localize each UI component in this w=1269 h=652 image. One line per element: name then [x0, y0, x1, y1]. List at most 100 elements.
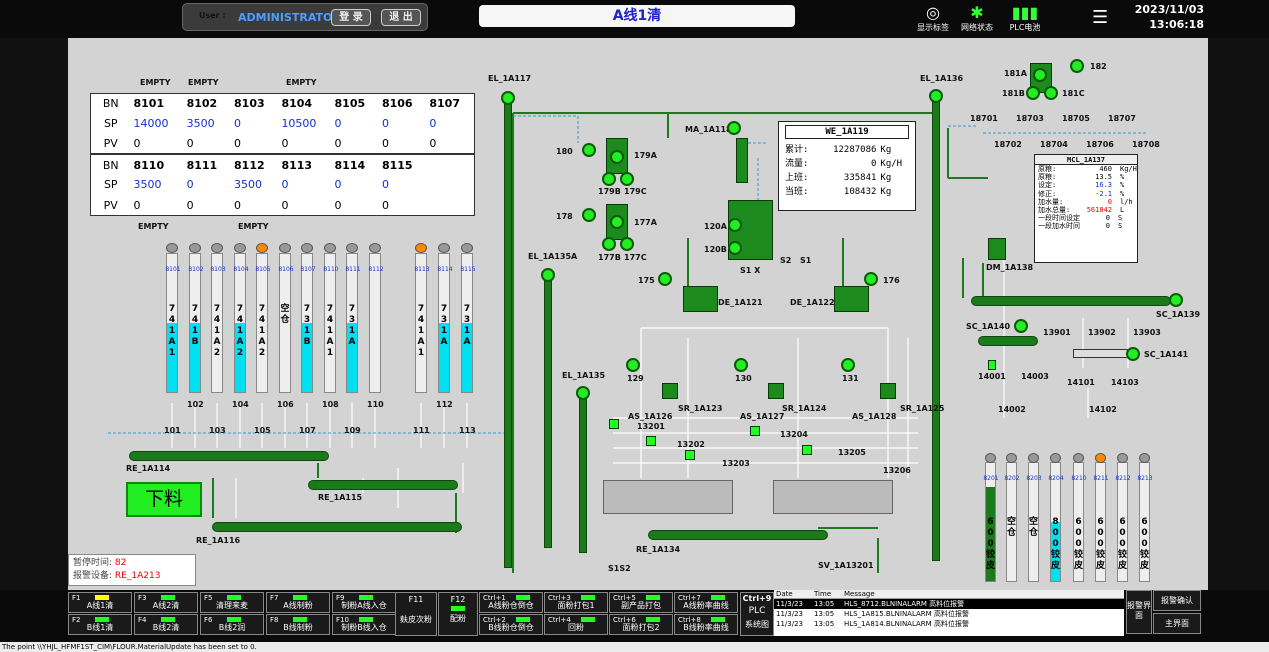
- fkey-button[interactable]: F3 A线2清: [134, 592, 198, 613]
- f11-button[interactable]: F11 麸皮次粉: [395, 592, 437, 636]
- alarm-ack-button[interactable]: 报警确认: [1153, 590, 1201, 611]
- ctrl-key-button[interactable]: Ctrl+2 B线粉仓倒仓: [479, 614, 543, 635]
- destoner-de-1a121[interactable]: [683, 286, 718, 312]
- fan-175[interactable]: [658, 272, 672, 286]
- fkey-button[interactable]: F10 制粉B线入仓: [332, 614, 396, 635]
- destoner-de-1a122[interactable]: [834, 286, 869, 312]
- discharge-button[interactable]: 下料: [126, 482, 202, 517]
- display-tag-button[interactable]: ◎ 显示标签: [913, 4, 953, 33]
- fkey-button[interactable]: F7 A线制粉: [266, 592, 330, 613]
- storage-bin[interactable]: 8110 7 4 1 A 1: [323, 243, 339, 393]
- motor-179b[interactable]: [602, 172, 616, 186]
- alarm-row[interactable]: 11/3/23 13:05 HLS_1A815.BLNINALARM 高料位报警: [774, 609, 1124, 619]
- ctrl9-button[interactable]: Ctrl+9 PLC 系统图: [740, 592, 774, 636]
- storage-bin[interactable]: 8102 7 4 1 B: [188, 243, 204, 393]
- fan-182[interactable]: [1070, 59, 1084, 73]
- storage-bin[interactable]: 8113 7 4 1 A 1: [414, 243, 430, 393]
- storage-bin[interactable]: 8111 7 3 1 A: [345, 243, 361, 393]
- fkey-button[interactable]: F2 B线1清: [68, 614, 132, 635]
- elevator-el-1a136[interactable]: [932, 96, 940, 561]
- main-screen-button[interactable]: 主界面: [1153, 613, 1201, 634]
- alarm-list[interactable]: Date Time Message 11/3/23 13:05 HLS_8712.BLN…: [774, 590, 1124, 636]
- valve-13201[interactable]: [609, 419, 619, 429]
- ctrl-key-button[interactable]: Ctrl+8 B线粉率曲线: [674, 614, 738, 635]
- elevator-el-1a135a[interactable]: [544, 273, 552, 548]
- motor-177a[interactable]: [610, 215, 624, 229]
- motor-ma-1a118[interactable]: [727, 121, 741, 135]
- storage-bin[interactable]: 8107 7 3 1 B: [300, 243, 316, 393]
- motor-el-1a117[interactable]: [501, 91, 515, 105]
- motor-sc-1a141[interactable]: [1126, 347, 1140, 361]
- alarm-screen-button[interactable]: 报警界面: [1126, 590, 1152, 634]
- finished-bin[interactable]: 8201 6 0 0 铰 皮: [983, 453, 999, 582]
- conveyor-sc-1a140[interactable]: [978, 336, 1038, 346]
- finished-bin[interactable]: 8212 6 0 0 铰 皮: [1115, 453, 1131, 582]
- storage-bin[interactable]: 8114 7 3 1 A: [437, 243, 453, 393]
- motor-179c[interactable]: [620, 172, 634, 186]
- finished-bin[interactable]: 8202 空 仓: [1004, 453, 1020, 582]
- storage-bin[interactable]: 8105 7 4 1 A 2: [255, 243, 271, 393]
- fkey-button[interactable]: F8 B线制粉: [266, 614, 330, 635]
- ctrl-key-button[interactable]: Ctrl+3 面粉打包1: [544, 592, 608, 613]
- finished-bin[interactable]: 8211 6 0 0 铰 皮: [1093, 453, 1109, 582]
- conveyor-re-1a116[interactable]: [212, 522, 462, 532]
- ctrl-key-button[interactable]: Ctrl+6 面粉打包2: [609, 614, 673, 635]
- fkey-button[interactable]: F5 清理来麦: [200, 592, 264, 613]
- ctrl-key-button[interactable]: Ctrl+1 A线粉仓倒仓: [479, 592, 543, 613]
- motor-el-1a136[interactable]: [929, 89, 943, 103]
- motor-179a[interactable]: [610, 150, 624, 164]
- motor-sc-1a139[interactable]: [1169, 293, 1183, 307]
- conveyor-re-1a114[interactable]: [129, 451, 329, 461]
- plc-battery-button[interactable]: ▮▮▮ PLC电池: [1005, 4, 1045, 33]
- fan-129[interactable]: [626, 358, 640, 372]
- alarm-row[interactable]: 11/3/23 13:05 HLS_8712.BLNINALARM 高料位报警: [774, 599, 1124, 609]
- ctrl-key-button[interactable]: Ctrl+7 A线粉率曲线: [674, 592, 738, 613]
- login-button[interactable]: 登 录: [331, 9, 371, 26]
- motor-181c[interactable]: [1044, 86, 1058, 100]
- motor-sc-1a140[interactable]: [1014, 319, 1028, 333]
- sorter-sr-1a125[interactable]: [880, 383, 896, 399]
- fkey-button[interactable]: F1 A线1清: [68, 592, 132, 613]
- dampener-dm-1a138[interactable]: [988, 238, 1006, 260]
- storage-bin[interactable]: 8115 7 3 1 A: [460, 243, 476, 393]
- storage-bin[interactable]: 8101 7 4 1 A 1: [165, 243, 181, 393]
- fkey-button[interactable]: F6 B线2润: [200, 614, 264, 635]
- motor-177c[interactable]: [620, 237, 634, 251]
- elevator-el-1a135[interactable]: [579, 393, 587, 553]
- storage-bin[interactable]: 8112: [368, 243, 384, 393]
- valve-13203[interactable]: [685, 450, 695, 460]
- motor-el-1a135a[interactable]: [541, 268, 555, 282]
- motor-177b[interactable]: [602, 237, 616, 251]
- motor-120b[interactable]: [728, 241, 742, 255]
- valve-13204[interactable]: [750, 426, 760, 436]
- f12-button[interactable]: F12 配粉: [438, 592, 478, 636]
- valve-13202[interactable]: [646, 436, 656, 446]
- logout-button[interactable]: 退 出: [381, 9, 421, 26]
- conveyor-re-1a134[interactable]: [648, 530, 828, 540]
- sorter-sr-1a123[interactable]: [662, 383, 678, 399]
- storage-bin[interactable]: 8103 7 4 1 A 2: [210, 243, 226, 393]
- motor-120a[interactable]: [728, 218, 742, 232]
- fan-180[interactable]: [582, 143, 596, 157]
- motor-181a[interactable]: [1033, 68, 1047, 82]
- fan-130[interactable]: [734, 358, 748, 372]
- finished-bin[interactable]: 8210 6 0 0 铰 皮: [1071, 453, 1087, 582]
- fan-131[interactable]: [841, 358, 855, 372]
- fkey-button[interactable]: F4 B线2清: [134, 614, 198, 635]
- motor-181b[interactable]: [1026, 86, 1040, 100]
- ctrl-key-button[interactable]: Ctrl+5 副产品打包: [609, 592, 673, 613]
- sorter-sr-1a124[interactable]: [768, 383, 784, 399]
- ctrl-key-button[interactable]: Ctrl+4 回粉: [544, 614, 608, 635]
- elevator-el-1a117[interactable]: [504, 98, 512, 568]
- conveyor-sc-1a141[interactable]: [1073, 349, 1128, 358]
- fkey-button[interactable]: F9 制粉A线入仓: [332, 592, 396, 613]
- motor-el-1a135[interactable]: [576, 386, 590, 400]
- fan-176[interactable]: [864, 272, 878, 286]
- fan-178[interactable]: [582, 208, 596, 222]
- conveyor-re-1a115[interactable]: [308, 480, 458, 490]
- menu-icon[interactable]: ☰: [1092, 9, 1108, 27]
- valve-14001[interactable]: [988, 360, 996, 370]
- magnet-ma-1a118[interactable]: [736, 138, 748, 183]
- finished-bin[interactable]: 8213 6 0 0 铰 皮: [1137, 453, 1153, 582]
- storage-bin[interactable]: 8104 7 4 1 A 2: [233, 243, 249, 393]
